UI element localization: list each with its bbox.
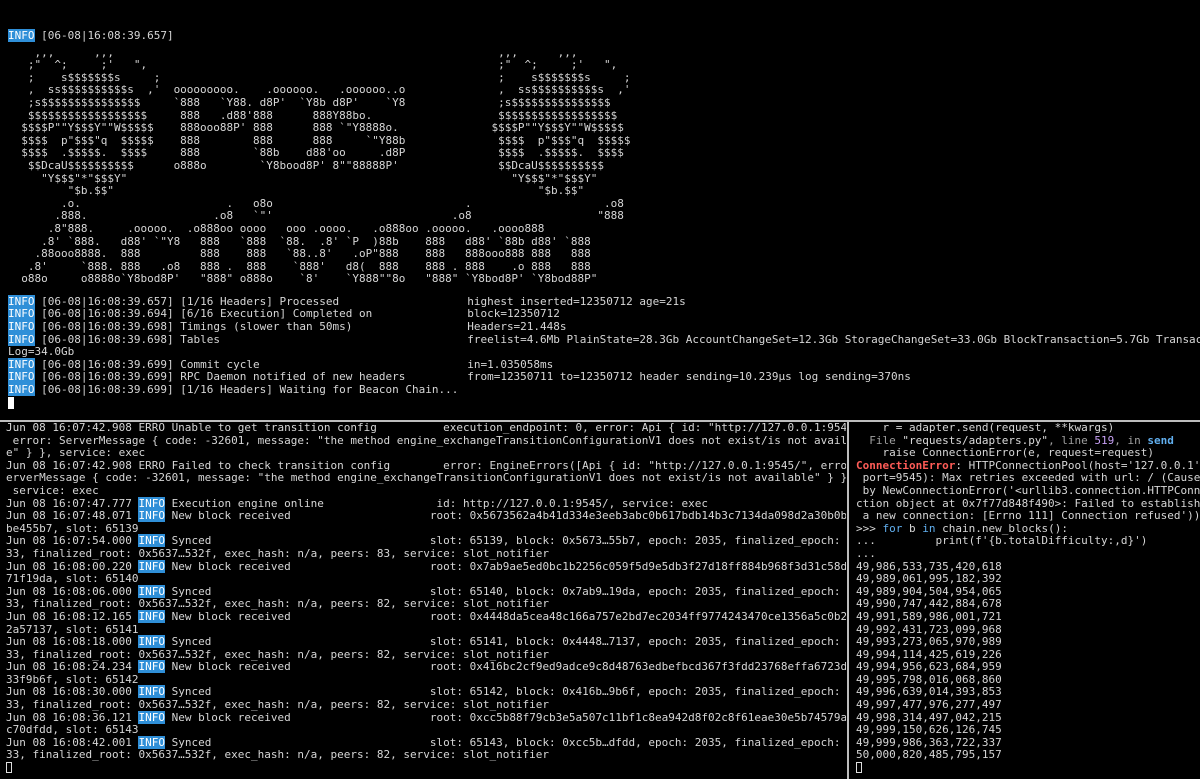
traceback-line-number: 519 [1094, 433, 1115, 447]
log-timestamp: [06-08|16:08:39.699] [41, 370, 174, 384]
consensus-log-list: Jun 08 16:07:42.908 ERRO Unable to get t… [0, 422, 846, 762]
traceback-function-name: send [1147, 433, 1174, 447]
consensus-log-line: e" } }, service: exec [6, 446, 146, 460]
consensus-log-line: 33, finalized_root: 0x5637…532f, exec_ha… [6, 748, 550, 762]
log-timestamp: [06-08|16:08:39.694] [41, 307, 174, 321]
log-level-badge: INFO [8, 357, 35, 371]
log-timestamp: [06-08|16:08:39.657] [41, 294, 174, 308]
log-level-badge: INFO [8, 383, 35, 397]
log-level-badge: INFO [138, 660, 165, 674]
difficulty-value: 49,993,273,065,970,989 [856, 635, 1002, 649]
error-message-line: by NewConnectionError('<urllib3.connecti… [856, 483, 1200, 497]
log-context: Headers=21.448s [467, 320, 567, 334]
log-timestamp: [06-08|16:08:39.699] [41, 357, 174, 371]
log-message: [1/16 Headers] Waiting for Beacon Chain.… [180, 383, 459, 397]
terminal-cursor-line [850, 762, 1200, 775]
cursor-icon [856, 762, 862, 774]
log-line: INFO [06-08|16:08:39.699] [1/16 Headers]… [0, 383, 1200, 397]
repl-continuation-line: ... [856, 546, 876, 560]
log-level-badge: INFO [8, 332, 35, 346]
difficulty-value: 49,991,589,986,001,721 [856, 609, 1002, 623]
cursor-icon [6, 762, 12, 774]
log-timestamp: [06-08|16:08:39.698] [41, 320, 174, 334]
log-level-badge: INFO [8, 320, 35, 334]
difficulty-value: 49,989,061,995,182,392 [856, 572, 1002, 586]
ascii-art-banner: ,,, ,,, ,,, ,,, ;" ^; ;' ", ;" ^; ;' ", … [21, 45, 631, 286]
log-level-badge: INFO [8, 307, 35, 321]
consensus-log-line: Jun 08 16:07:42.908 ERRO Unable to get t… [6, 422, 846, 434]
log-context: from=12350711 to=12350712 header sending… [467, 370, 911, 384]
bottom-left-terminal-pane[interactable]: Jun 08 16:07:42.908 ERRO Unable to get t… [0, 422, 846, 779]
log-context: in=1.035058ms [467, 357, 554, 371]
log-level-badge: INFO [138, 534, 165, 548]
consensus-log-line: Jun 08 16:08:24.234 |INFO| New block rec… [6, 660, 846, 674]
difficulty-value: 50,000,820,485,795,157 [856, 748, 1002, 762]
log-timestamp: [06-08|16:08:39.698] [41, 332, 174, 346]
difficulty-value: 49,997,477,976,277,497 [856, 698, 1002, 712]
error-name: ConnectionError [856, 458, 956, 472]
difficulty-value: 49,994,956,623,684,959 [856, 660, 1002, 674]
vertical-pane-divider[interactable] [847, 422, 849, 779]
top-terminal-pane[interactable]: INFO [06-08|16:08:39.657] ,,, ,,, ,,, ,,… [0, 0, 1200, 420]
terminal-cursor-line [0, 762, 846, 775]
log-timestamp: [06-08|16:08:39.657] [41, 29, 174, 42]
log-level-badge: INFO [138, 496, 165, 510]
difficulty-value: 49,999,150,626,126,745 [856, 723, 1002, 737]
difficulty-output-list: 49,986,533,735,420,618 49,989,061,995,182… [850, 560, 1200, 763]
log-level-badge: INFO [138, 609, 165, 623]
log-context: freelist=4.6Mb PlainState=28.3Gb Account… [467, 332, 1200, 346]
repl-continuation-line: ... print(f'{b.totalDifficulty:,d}') [856, 534, 1148, 548]
log-level-badge: INFO [138, 710, 165, 724]
log-message: Log=34.0Gb [8, 345, 75, 359]
log-level-badge: INFO [138, 685, 165, 699]
cursor-icon [8, 396, 14, 409]
consensus-log-line: Jun 08 16:08:18.000 |INFO| Synced slot: … [6, 635, 846, 649]
log-context: highest inserted=12350712 age=21s [467, 294, 686, 308]
traceback-file-path: "requests/adapters.py" [902, 433, 1049, 447]
top-log-list: INFO [06-08|16:08:39.657] [1/16 Headers]… [0, 294, 1200, 411]
log-level-badge: INFO [138, 584, 165, 598]
log-wrap-line: Log=34.0Gb [0, 345, 1200, 359]
log-level-badge: INFO [8, 370, 35, 384]
log-message: Tables [180, 332, 220, 346]
log-level-badge: INFO [8, 29, 35, 42]
log-level-badge: INFO [8, 294, 35, 308]
consensus-log-line: Jun 08 16:08:12.165 |INFO| New block rec… [6, 609, 846, 623]
bottom-right-terminal-pane[interactable]: r = adapter.send(request, **kwargs) File… [850, 422, 1200, 779]
log-level-badge: INFO [138, 635, 165, 649]
log-message: Timings (slower than 50ms) [180, 320, 353, 334]
consensus-log-line: Jun 08 16:07:48.071 |INFO| New block rec… [6, 509, 846, 523]
log-level-badge: INFO [138, 559, 165, 573]
terminal-cursor-line [0, 396, 1200, 411]
log-context: block=12350712 [467, 307, 560, 321]
log-level-badge: INFO [138, 509, 165, 523]
log-timestamp: [06-08|16:08:39.699] [41, 383, 174, 397]
log-level-badge: INFO [138, 735, 165, 749]
consensus-log-line: erverMessage { code: -32601, message: "t… [6, 471, 846, 485]
header-log-line: INFO [06-08|16:08:39.657] [0, 29, 1200, 43]
log-line: INFO [06-08|16:08:39.698] Tables freelist… [0, 332, 1200, 347]
